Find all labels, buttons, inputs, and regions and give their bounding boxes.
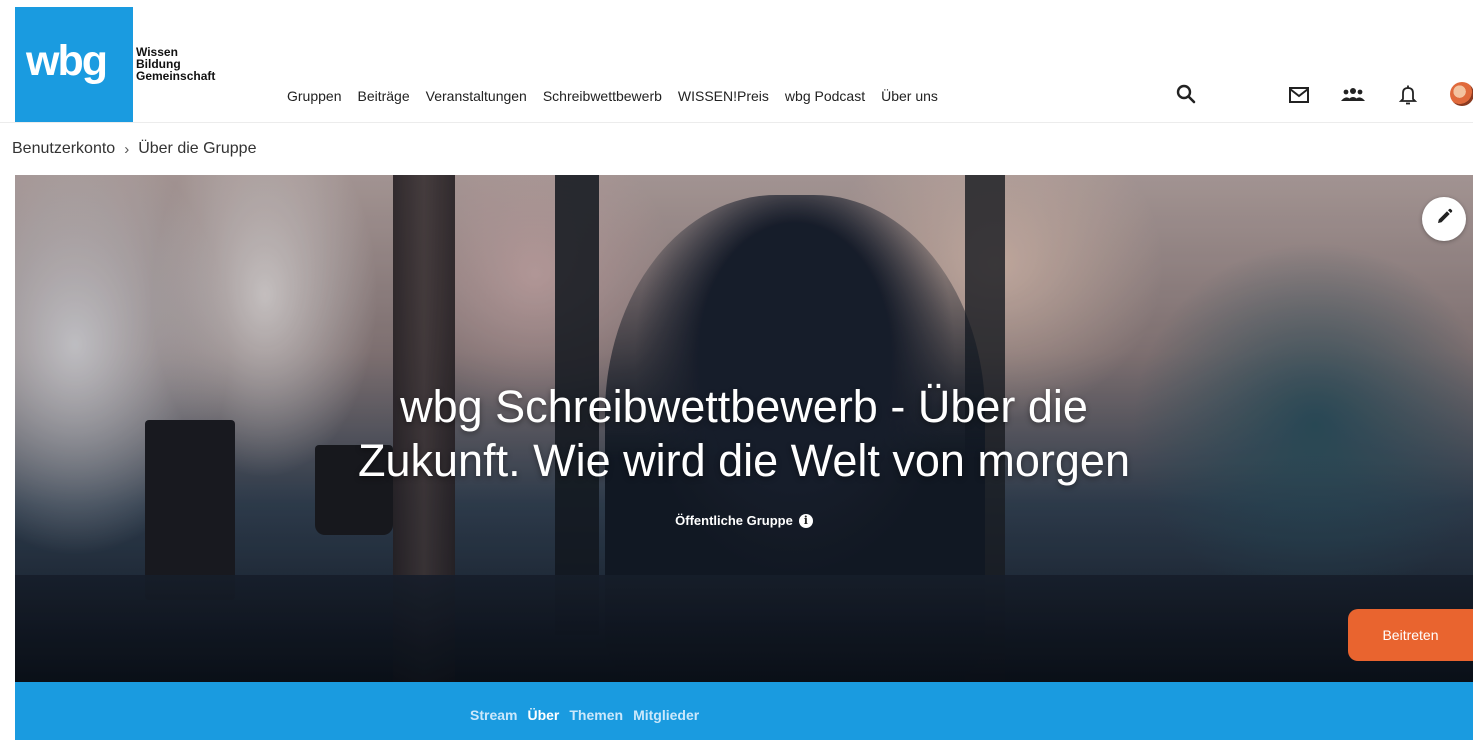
tab-stream[interactable]: Stream [470, 707, 517, 723]
nav-item-veranstaltungen[interactable]: Veranstaltungen [426, 88, 527, 104]
tab-themen[interactable]: Themen [569, 707, 623, 723]
group-tabs: Stream Über Themen Mitglieder [470, 707, 699, 723]
logo[interactable]: wbg [15, 7, 133, 122]
breadcrumb-item-current: Über die Gruppe [138, 140, 257, 157]
group-icon[interactable] [1341, 84, 1365, 106]
nav-item-schreibwettbewerb[interactable]: Schreibwettbewerb [543, 88, 662, 104]
search-icon[interactable] [1175, 83, 1197, 105]
group-title: wbg Schreibwettbewerb - Über die Zukunft… [15, 380, 1473, 488]
group-tabs-bar: Stream Über Themen Mitglieder [15, 682, 1473, 740]
breadcrumb-item-account[interactable]: Benutzerkonto [12, 140, 115, 158]
logo-mark: wbg [26, 37, 108, 85]
group-title-line-2: Zukunft. Wie wird die Welt von morgen [358, 435, 1130, 486]
site-header: wbg Wissen Bildung Gemeinschaft Gruppen … [0, 0, 1473, 123]
group-title-line-1: wbg Schreibwettbewerb - Über die [400, 381, 1088, 432]
logo-wordmark[interactable]: Wissen Bildung Gemeinschaft [136, 46, 215, 82]
avatar[interactable] [1450, 82, 1473, 106]
tab-ueber[interactable]: Über [527, 707, 559, 723]
pencil-icon [1434, 207, 1454, 232]
group-hero-banner: wbg Schreibwettbewerb - Über die Zukunft… [15, 175, 1473, 682]
logo-line-3: Gemeinschaft [136, 69, 216, 83]
nav-item-wissenpreis[interactable]: WISSEN!Preis [678, 88, 769, 104]
nav-item-podcast[interactable]: wbg Podcast [785, 88, 865, 104]
mail-icon[interactable] [1288, 84, 1310, 106]
info-icon[interactable]: i [798, 513, 813, 528]
nav-item-gruppen[interactable]: Gruppen [287, 88, 341, 104]
join-group-button[interactable]: Beitreten [1348, 609, 1473, 661]
nav-item-beitraege[interactable]: Beiträge [357, 88, 409, 104]
edit-banner-button[interactable] [1422, 197, 1466, 241]
breadcrumb-separator: › [124, 140, 130, 158]
group-visibility: Öffentliche Gruppe i [15, 513, 1473, 528]
group-visibility-label: Öffentliche Gruppe [675, 513, 793, 528]
bell-icon[interactable] [1397, 84, 1419, 106]
tab-mitglieder[interactable]: Mitglieder [633, 707, 699, 723]
breadcrumb: Benutzerkonto › Über die Gruppe [12, 140, 256, 158]
main-nav: Gruppen Beiträge Veranstaltungen Schreib… [287, 86, 954, 106]
nav-item-ueber-uns[interactable]: Über uns [881, 88, 938, 104]
